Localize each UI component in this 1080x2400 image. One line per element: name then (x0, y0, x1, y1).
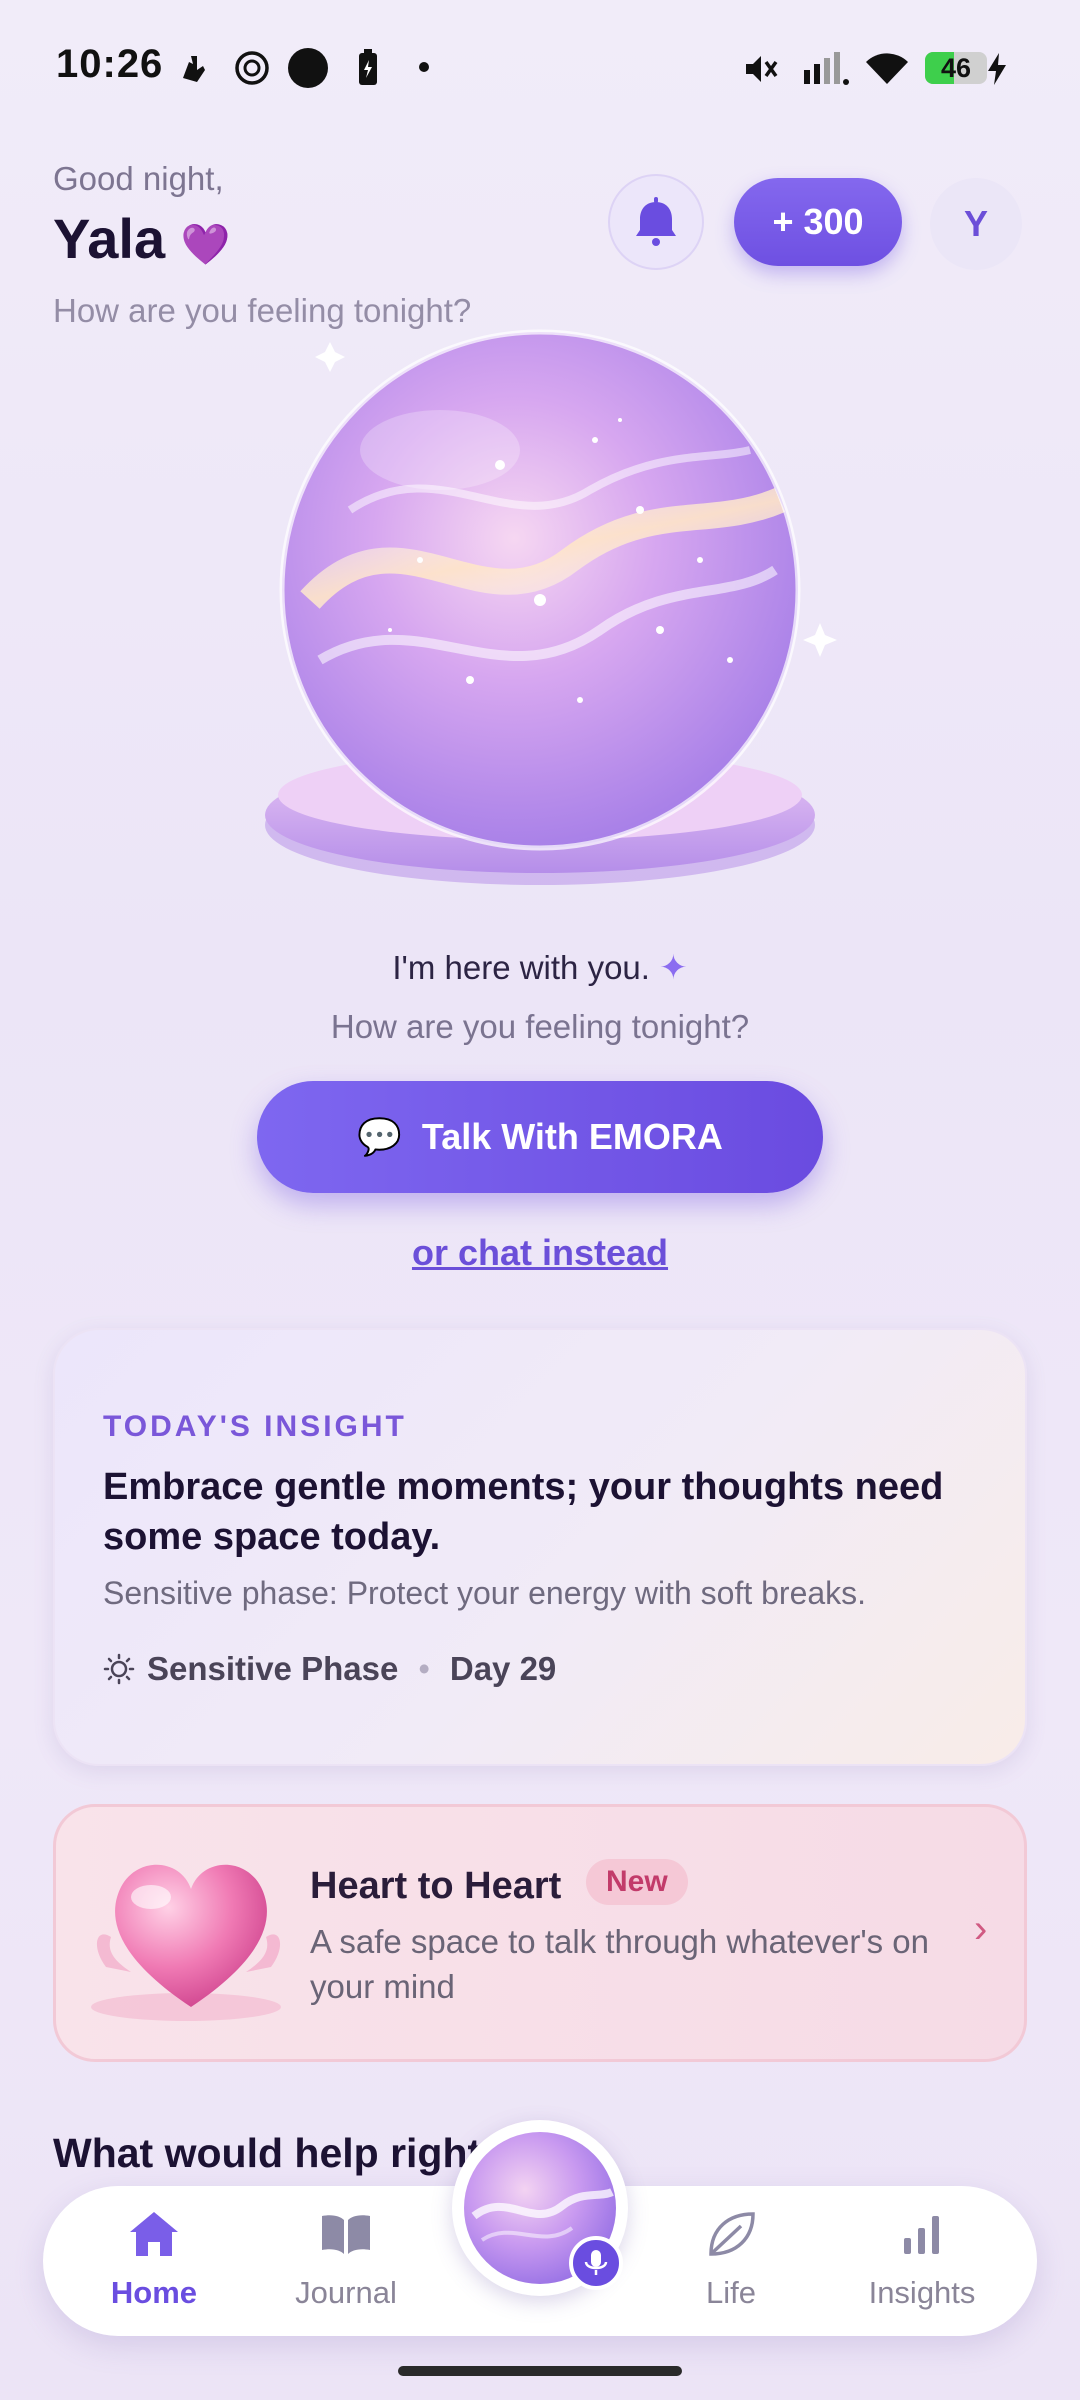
insight-kicker: TODAY'S INSIGHT (103, 1410, 407, 1443)
signal-icon (804, 52, 849, 85)
nav-journal-label: Journal (295, 2275, 397, 2310)
insight-subtitle: Sensitive phase: Protect your energy wit… (103, 1575, 867, 1611)
leaf-icon (709, 2212, 755, 2256)
orb-graphic (185, 329, 837, 885)
meta-separator: • (418, 1650, 430, 1687)
hand-icon (183, 56, 205, 82)
nav-journal[interactable]: Journal (271, 2208, 421, 2311)
bar-chart-icon (904, 2216, 939, 2254)
nav-life-label: Life (706, 2275, 756, 2310)
bell-icon (636, 197, 676, 246)
phase-label: Sensitive Phase (147, 1650, 399, 1687)
nav-home[interactable]: Home (79, 2208, 229, 2311)
home-indicator[interactable] (398, 2366, 682, 2376)
dot-icon (419, 62, 429, 72)
sun-icon (103, 1653, 135, 1685)
status-time: 10:26 (56, 42, 164, 86)
nav-insights-label: Insights (868, 2275, 976, 2310)
wifi-icon (866, 53, 908, 84)
todays-insight-card[interactable]: TODAY'S INSIGHT Embrace gentle moments; … (53, 1328, 1027, 1766)
heart-card-description: A safe space to talk through whatever's … (310, 1923, 930, 2005)
microphone-button[interactable] (569, 2236, 623, 2290)
insight-title: Embrace gentle moments; your thoughts ne… (103, 1466, 944, 1558)
microphone-icon (584, 2250, 608, 2275)
battery-percent: 46 (940, 53, 972, 83)
talk-button-label: Talk With EMORA (421, 1116, 723, 1157)
emora-orb-illustration[interactable] (185, 300, 840, 930)
help-section-heading: What would help right (53, 2130, 482, 2176)
chat-instead-link[interactable]: or chat instead (0, 1232, 1080, 1274)
speech-bubble-icon: 💬 (357, 1116, 402, 1157)
talk-with-emora-button[interactable]: 💬 Talk With EMORA (257, 1081, 823, 1193)
here-message: I'm here with you. (392, 949, 650, 986)
day-label: Day 29 (449, 1650, 557, 1687)
heart-icon (91, 1864, 281, 2021)
nav-home-label: Home (110, 2275, 198, 2310)
insight-meta: Sensitive Phase • Day 29 (103, 1650, 556, 1688)
new-badge: New (586, 1859, 688, 1905)
book-icon (322, 2215, 370, 2254)
user-name: Yala (53, 207, 166, 270)
points-button[interactable]: + 300 (734, 178, 902, 266)
greeting-text: Good night, (53, 160, 224, 197)
avatar[interactable]: Y (930, 178, 1022, 270)
user-name-heading: Yala 💜 (53, 206, 230, 271)
nav-insights[interactable]: Insights (847, 2208, 997, 2311)
status-bar: 10:26 46 (0, 0, 1080, 135)
sparkle-icon: ✦ (659, 949, 688, 987)
here-with-you-text: I'm here with you. ✦ (0, 948, 1080, 988)
battery-indicator: 46 (925, 52, 987, 84)
charging-icon (988, 53, 1006, 85)
battery-saver-icon (359, 49, 377, 85)
chevron-right-icon: › (974, 1907, 988, 1951)
home-icon (130, 2212, 178, 2256)
feeling-question: How are you feeling tonight? (330, 1008, 750, 1045)
heart-to-heart-card[interactable]: Heart to Heart New A safe space to talk … (53, 1804, 1027, 2062)
openai-icon (235, 51, 269, 85)
purple-heart-emoji: 💜 (180, 223, 231, 267)
nav-life[interactable]: Life (656, 2208, 806, 2311)
circle-icon (288, 48, 328, 88)
notifications-button[interactable] (608, 174, 704, 270)
heart-card-title: Heart to Heart (310, 1865, 562, 1907)
mute-icon (746, 56, 778, 82)
